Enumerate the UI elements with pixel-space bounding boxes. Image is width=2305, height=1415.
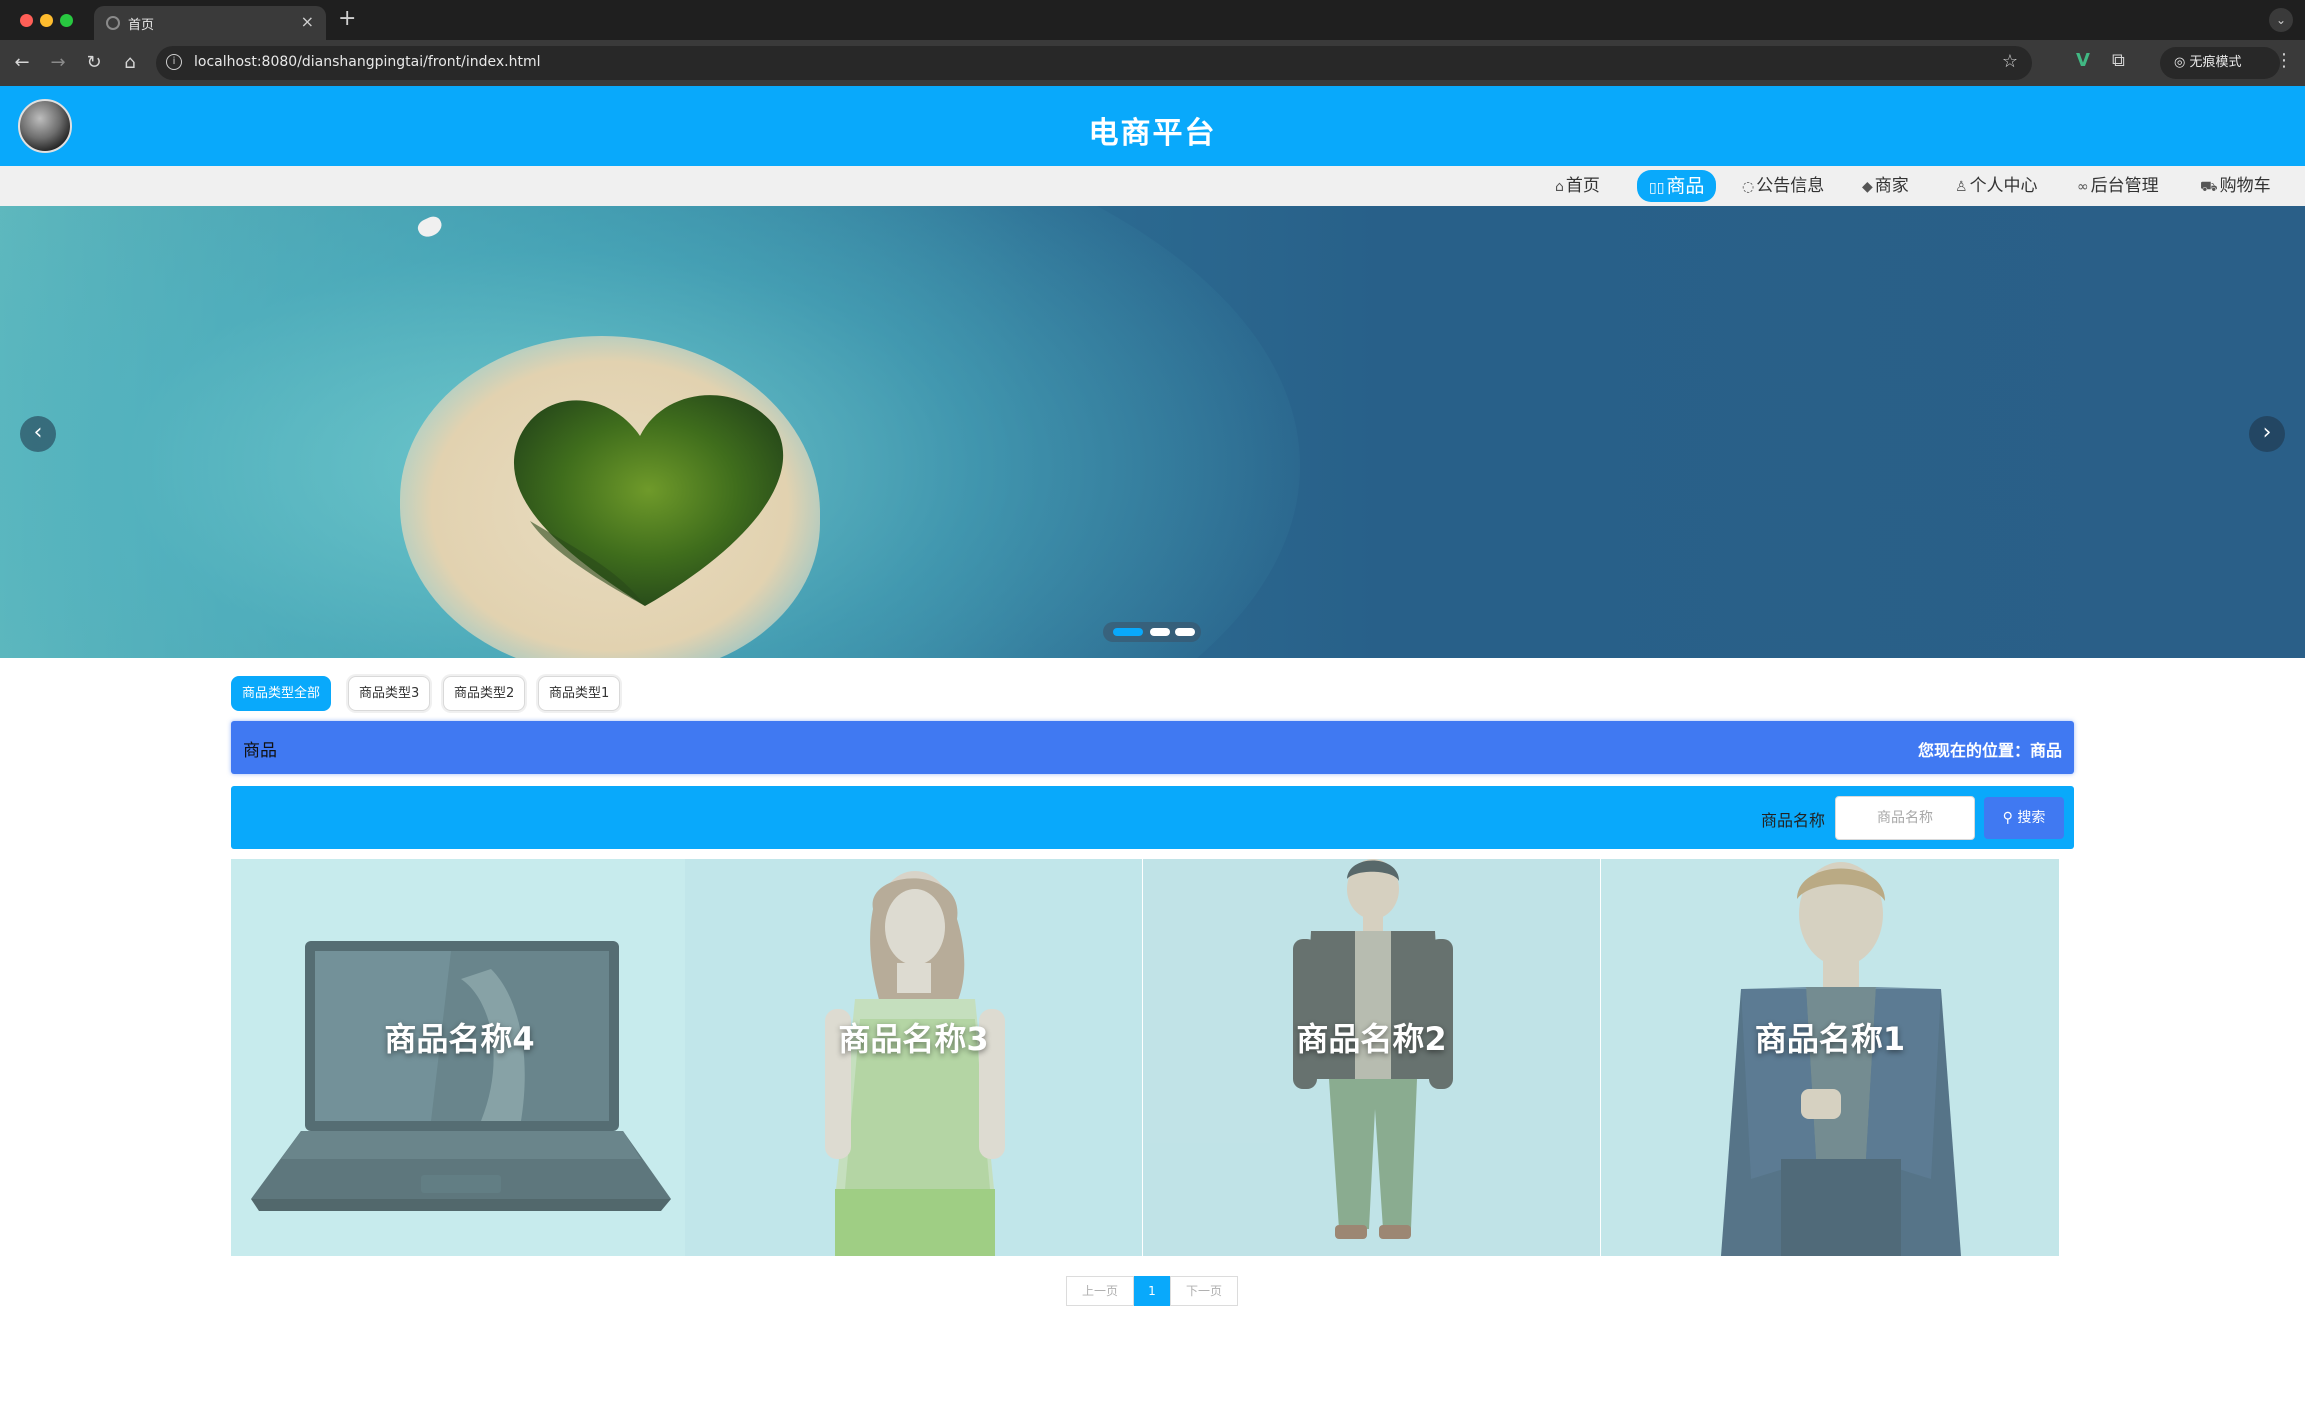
browser-menu-icon[interactable]: ⋮	[2275, 50, 2293, 71]
address-bar[interactable]: i localhost:8080/dianshangpingtai/front/…	[156, 46, 2032, 80]
search-label: 商品名称	[1761, 811, 1826, 830]
nav-item-home[interactable]: ⌂ 首页	[1555, 172, 1600, 200]
product-name: 商品名称2	[1296, 1020, 1447, 1058]
category-tab-all[interactable]: 商品类型全部	[231, 676, 332, 711]
minimize-window-button[interactable]	[40, 14, 53, 27]
product-name: 商品名称3	[838, 1020, 989, 1058]
extensions-icon[interactable]: ⧉	[2112, 50, 2125, 71]
tab-title: 首页	[128, 18, 155, 33]
maximize-window-button[interactable]	[60, 14, 73, 27]
nav-item-products[interactable]: ▯▯ 商品	[1637, 170, 1717, 202]
product-name: 商品名称4	[384, 1020, 535, 1058]
main-nav: ⌂ 首页 ▯▯ 商品 ◌ 公告信息 ◆ 商家 ♙ 个人中心 ∞ 后台管理 ⛟ 购物车	[0, 166, 2305, 206]
new-tab-button[interactable]: +	[338, 6, 356, 31]
product-card[interactable]: 商品名称1	[1601, 859, 2059, 1256]
nav-item-label: 首页	[1565, 176, 1600, 196]
tab-close-icon[interactable]: ×	[301, 12, 314, 31]
page-title: 商品	[243, 741, 277, 761]
url-text[interactable]: localhost:8080/dianshangpingtai/front/in…	[194, 54, 541, 70]
tab-favicon-icon	[106, 16, 120, 30]
carousel-prev-button[interactable]: ‹	[20, 416, 56, 452]
nav-item-merchants[interactable]: ◆ 商家	[1862, 172, 1909, 200]
next-page-button[interactable]: 下一页	[1170, 1276, 1238, 1306]
nav-item-label: 后台管理	[2090, 176, 2159, 196]
announcement-icon: ◌	[1742, 179, 1755, 195]
nav-item-label: 商品	[1666, 175, 1705, 197]
breadcrumb: 商品 您现在的位置：商品	[231, 721, 2074, 774]
current-location: 您现在的位置：商品	[1917, 741, 2062, 760]
forward-icon[interactable]: →	[46, 51, 70, 75]
merchant-icon: ◆	[1862, 179, 1873, 195]
incognito-icon: ◎	[2174, 55, 2190, 70]
carousel-indicator[interactable]	[1113, 628, 1143, 636]
search-icon: ⚲	[2002, 810, 2018, 826]
bookmark-star-icon[interactable]: ☆	[2002, 51, 2018, 72]
close-window-button[interactable]	[20, 14, 33, 27]
nav-item-label: 公告信息	[1756, 176, 1825, 196]
category-tab-1[interactable]: 商品类型1	[538, 676, 621, 711]
banner-carousel[interactable]: ‹ ›	[0, 206, 2305, 658]
link-icon: ∞	[2077, 179, 2089, 195]
user-icon: ♙	[1955, 179, 1968, 195]
product-card[interactable]: 商品名称4	[231, 859, 688, 1256]
back-icon[interactable]: ←	[10, 51, 34, 75]
carousel-indicators	[1103, 622, 1201, 642]
carousel-indicator[interactable]	[1150, 628, 1170, 636]
search-panel: 商品名称 ⚲ 搜索	[231, 786, 2074, 849]
nav-item-profile[interactable]: ♙ 个人中心	[1955, 172, 2038, 200]
product-grid: 商品名称4 商品名称3 商品名称2 商品名称1	[231, 859, 2059, 1256]
product-card[interactable]: 商品名称3	[685, 859, 1142, 1256]
tab-search-button[interactable]: ⌄	[2269, 8, 2293, 32]
carousel-indicator[interactable]	[1175, 628, 1195, 636]
browser-tab-strip: 首页 × + ⌄	[0, 0, 2305, 40]
cart-icon: ⛟	[2200, 179, 2218, 195]
product-name: 商品名称1	[1754, 1020, 1906, 1058]
page-number-button[interactable]: 1	[1134, 1276, 1170, 1306]
carousel-next-button[interactable]: ›	[2249, 416, 2285, 452]
vue-devtools-extension-icon[interactable]: V	[2076, 50, 2090, 71]
search-button[interactable]: ⚲ 搜索	[1984, 797, 2064, 839]
home-icon[interactable]: ⌂	[118, 51, 142, 75]
site-header: 电商平台	[0, 86, 2305, 166]
browser-toolbar: ← → ↻ ⌂ i localhost:8080/dianshangpingta…	[0, 40, 2305, 86]
incognito-label: 无痕模式	[2189, 55, 2242, 70]
prev-page-button[interactable]: 上一页	[1066, 1276, 1134, 1306]
nav-item-cart[interactable]: ⛟ 购物车	[2200, 172, 2271, 200]
category-tab-2[interactable]: 商品类型2	[443, 676, 526, 711]
product-name-search-input[interactable]	[1835, 796, 1975, 840]
nav-item-label: 商家	[1874, 176, 1909, 196]
product-grid-icon: ▯▯	[1649, 180, 1665, 196]
product-card[interactable]: 商品名称2	[1143, 859, 1600, 1256]
site-title: 电商平台	[1088, 116, 1217, 151]
search-button-label: 搜索	[2017, 810, 2046, 826]
home-icon: ⌂	[1555, 179, 1564, 195]
nav-item-announcements[interactable]: ◌ 公告信息	[1742, 172, 1824, 200]
reload-icon[interactable]: ↻	[82, 51, 106, 75]
site-info-icon[interactable]: i	[166, 54, 182, 70]
nav-item-admin[interactable]: ∞ 后台管理	[2077, 172, 2159, 200]
nav-item-label: 个人中心	[1969, 176, 2038, 196]
nav-item-label: 购物车	[2219, 176, 2271, 196]
banner-heart-island-image	[513, 395, 784, 606]
category-tab-3[interactable]: 商品类型3	[348, 676, 431, 711]
incognito-badge[interactable]: ◎ 无痕模式	[2160, 47, 2280, 79]
browser-tab[interactable]: 首页 ×	[94, 6, 326, 40]
